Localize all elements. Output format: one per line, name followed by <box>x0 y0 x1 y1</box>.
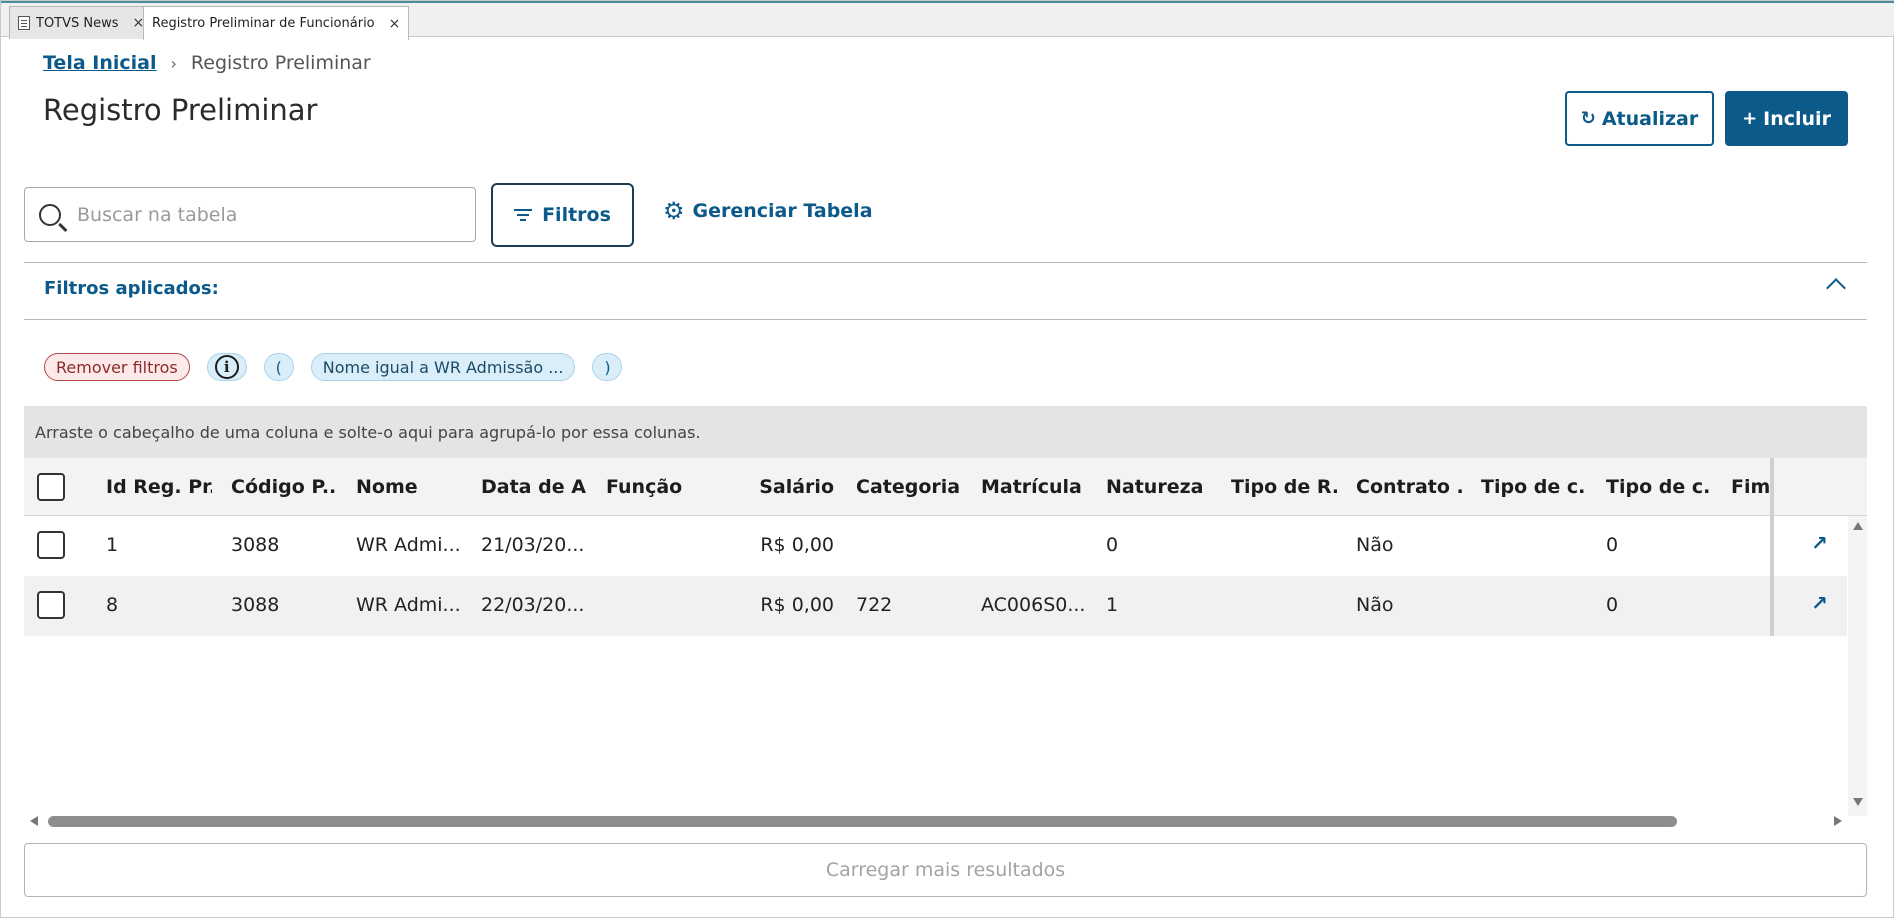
load-more-label: Carregar mais resultados <box>825 859 1066 881</box>
table-cell: Não <box>1356 534 1394 556</box>
app-window: TOTVS News × Registro Preliminar de Func… <box>0 0 1894 918</box>
gear-icon: ⚙ <box>663 197 685 225</box>
column-header[interactable]: Matrícula ... <box>981 476 1087 498</box>
table-cell: 3088 <box>231 594 280 616</box>
table-cell: 8 <box>106 594 119 616</box>
group-by-drop-zone[interactable]: Arraste o cabeçalho de uma coluna e solt… <box>24 406 1867 458</box>
column-header[interactable]: Código P... <box>231 476 337 498</box>
column-header[interactable]: Tipo de c... <box>1606 476 1712 498</box>
table-cell: 1 <box>106 534 119 556</box>
table-cell: 21/03/20... <box>481 534 585 556</box>
scroll-up-icon[interactable] <box>1853 522 1863 530</box>
filter-condition-chip[interactable]: Nome igual a WR Admissão ... <box>310 353 576 381</box>
table-row[interactable]: 8 3088 WR Admi... 22/03/20... R$ 0,00 72… <box>24 576 1847 636</box>
load-more-button[interactable]: Carregar mais resultados <box>24 843 1867 897</box>
page-title: Registro Preliminar <box>43 93 318 127</box>
table-cell: 1 <box>1106 594 1119 616</box>
chevron-up-icon[interactable] <box>1826 278 1846 298</box>
breadcrumb-home-link[interactable]: Tela Inicial <box>43 52 157 74</box>
column-header[interactable]: Salário <box>724 476 834 498</box>
sticky-column-divider <box>1770 458 1774 636</box>
open-detail-icon[interactable]: ↗ <box>1811 531 1828 555</box>
add-button[interactable]: + Incluir <box>1725 91 1848 146</box>
refresh-icon: ↻ <box>1580 108 1596 129</box>
table-cell: WR Admi... <box>356 534 461 556</box>
tab-registro-preliminar[interactable]: Registro Preliminar de Funcionário × <box>143 6 410 40</box>
manage-table-label: Gerenciar Tabela <box>692 200 873 222</box>
filters-button-label: Filtros <box>542 204 611 226</box>
remove-filters-chip[interactable]: Remover filtros <box>44 353 190 381</box>
search-icon <box>39 203 61 226</box>
manage-table-button[interactable]: ⚙ Gerenciar Tabela <box>663 199 873 223</box>
scroll-left-icon[interactable] <box>30 816 38 826</box>
document-icon <box>18 16 30 30</box>
table-cell: 3088 <box>231 534 280 556</box>
applied-filters-title: Filtros aplicados: <box>44 278 219 299</box>
column-header[interactable]: Tipo de c... <box>1481 476 1587 498</box>
table-cell: R$ 0,00 <box>760 534 834 556</box>
column-header[interactable]: Nome <box>356 476 462 498</box>
column-header[interactable]: Fim c <box>1731 476 1771 498</box>
column-header[interactable]: Natureza ... <box>1106 476 1212 498</box>
open-detail-icon[interactable]: ↗ <box>1811 591 1828 615</box>
filters-button[interactable]: Filtros <box>491 183 634 247</box>
info-icon: i <box>214 355 239 379</box>
column-header[interactable]: Id Reg. Pr... <box>106 476 212 498</box>
row-checkbox[interactable] <box>37 591 65 619</box>
column-header[interactable]: Contrato ... <box>1356 476 1462 498</box>
table-cell: AC006S0... <box>981 594 1086 616</box>
close-paren-chip[interactable]: ) <box>592 353 623 381</box>
vertical-scrollbar[interactable] <box>1848 516 1867 816</box>
table-cell: 0 <box>1606 594 1619 616</box>
plus-icon: + <box>1742 108 1758 129</box>
select-all-checkbox[interactable] <box>37 473 65 501</box>
column-header[interactable]: Tipo de R... <box>1231 476 1337 498</box>
group-by-hint: Arraste o cabeçalho de uma coluna e solt… <box>35 422 701 442</box>
table-cell: R$ 0,00 <box>760 594 834 616</box>
chevron-right-icon: › <box>170 53 177 73</box>
tab-label: TOTVS News <box>36 15 119 31</box>
table-cell: 722 <box>856 594 893 616</box>
table-cell: 0 <box>1106 534 1119 556</box>
scrollbar-thumb[interactable] <box>48 816 1677 827</box>
tab-label: Registro Preliminar de Funcionário <box>152 16 375 31</box>
tab-totvs-news[interactable]: TOTVS News × <box>9 6 154 39</box>
refresh-button[interactable]: ↻ Atualizar <box>1565 91 1714 146</box>
column-header[interactable]: Função <box>606 476 712 498</box>
add-button-label: Incluir <box>1763 107 1831 130</box>
column-header[interactable]: Data de A... <box>481 476 587 498</box>
column-header[interactable]: Categoria... <box>856 476 962 498</box>
table-cell: Não <box>1356 594 1394 616</box>
breadcrumb-current: Registro Preliminar <box>190 52 371 74</box>
info-chip[interactable]: i <box>206 353 247 381</box>
table-cell: WR Admi... <box>356 594 461 616</box>
scroll-right-icon[interactable] <box>1834 816 1842 826</box>
horizontal-scrollbar[interactable] <box>24 812 1848 832</box>
search-input[interactable] <box>77 203 437 226</box>
table-row[interactable]: 1 3088 WR Admi... 21/03/20... R$ 0,00 0 … <box>24 516 1847 576</box>
tab-strip: TOTVS News × Registro Preliminar de Func… <box>1 1 1894 40</box>
applied-filters-header[interactable]: Filtros aplicados: <box>24 262 1867 320</box>
table-header: Id Reg. Pr... Código P... Nome Data de A… <box>24 458 1867 516</box>
refresh-button-label: Atualizar <box>1601 107 1699 130</box>
close-icon[interactable]: × <box>389 16 401 32</box>
search-box[interactable] <box>24 187 476 242</box>
filter-icon <box>514 208 533 222</box>
open-paren-chip[interactable]: ( <box>263 353 294 381</box>
breadcrumb: Tela Inicial › Registro Preliminar <box>43 52 371 74</box>
scroll-down-icon[interactable] <box>1853 798 1863 806</box>
table-cell: 22/03/20... <box>481 594 585 616</box>
table-cell: 0 <box>1606 534 1619 556</box>
row-checkbox[interactable] <box>37 531 65 559</box>
filter-chips: Remover filtros i ( Nome igual a WR Admi… <box>44 352 639 382</box>
